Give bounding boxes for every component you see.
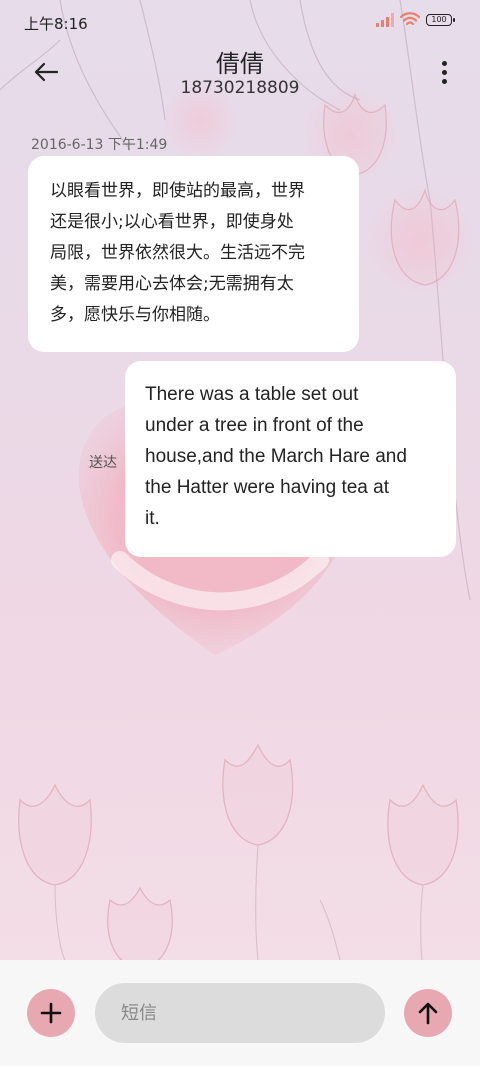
outgoing-message-bubble[interactable]: There was a table set out under a tree i… [125,361,456,557]
message-input[interactable] [95,983,385,1043]
delivery-status: 送达 [89,455,117,471]
message-line: 美，需要用心去体会;无需拥有太 [50,274,294,294]
add-attachment-button[interactable] [27,989,75,1037]
more-options-button[interactable] [432,54,456,90]
message-line: 以眼看世界，即使站的最高，世界 [50,181,305,201]
status-bar: 上午8:16 100 [0,0,480,44]
message-line: house,and the March Hare and [145,446,407,467]
conversation-header: 倩倩 18730218809 [0,44,480,104]
send-arrow-up-icon [418,1002,438,1025]
message-line: 多，愿快乐与你相随。 [50,305,220,325]
message-line: it. [145,508,160,529]
signal-icon [376,12,394,27]
message-composer [0,960,480,1066]
battery-icon: 100 [426,13,455,26]
contact-name: 倩倩 [216,50,264,78]
message-timestamp: 2016-6-13 下午1:49 [31,137,168,153]
message-line: There was a table set out [145,384,359,405]
message-line: 局限，世界依然很大。生活远不完 [50,243,305,263]
more-vertical-icon [441,60,447,66]
status-icons: 100 [376,12,455,27]
status-time: 上午8:16 [24,15,88,33]
incoming-message-bubble[interactable]: 以眼看世界，即使站的最高，世界 还是很小;以心看世界，即使身处 局限，世界依然很… [28,156,359,352]
battery-level: 100 [431,15,447,24]
wifi-icon [400,12,420,26]
contact-phone-number: 18730218809 [180,78,300,98]
message-line: the Hatter were having tea at [145,477,389,498]
message-line: under a tree in front of the [145,415,364,436]
send-button[interactable] [404,989,452,1037]
plus-icon [40,1002,62,1024]
message-line: 还是很小;以心看世界，即使身处 [50,212,294,232]
